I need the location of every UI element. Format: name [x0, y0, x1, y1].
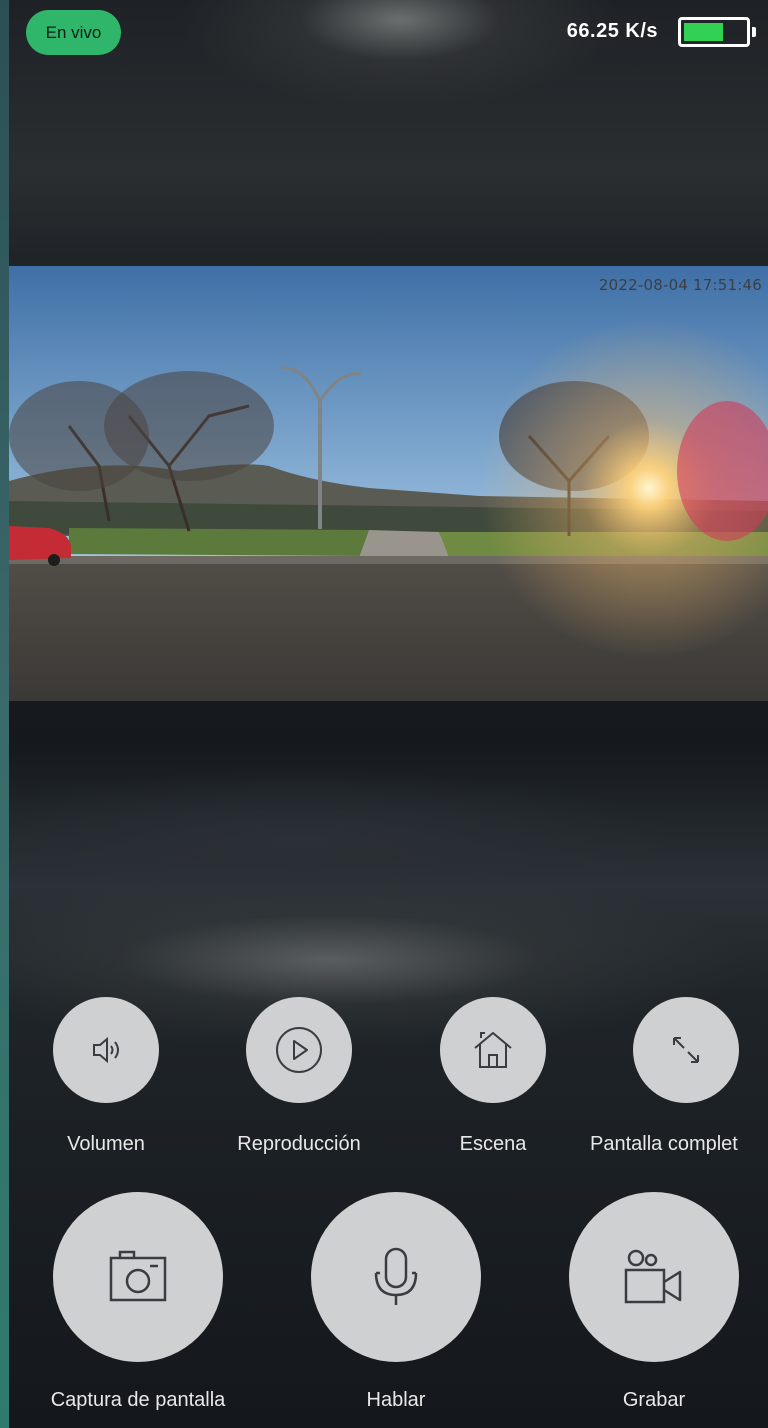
- record-label: Grabar: [622, 1389, 686, 1411]
- video-camera-icon: [624, 1249, 682, 1304]
- talk-button[interactable]: [311, 1192, 481, 1362]
- network-speed: 66.25 K/s: [566, 20, 658, 42]
- volume-icon: [93, 1036, 119, 1064]
- live-badge: En vivo: [26, 10, 121, 55]
- side-strip: [0, 0, 9, 1428]
- play-circle-icon: [276, 1027, 322, 1073]
- camera-image: [9, 266, 768, 701]
- fullscreen-button[interactable]: [633, 997, 739, 1103]
- video-timestamp: 2022-08-04 17:51:46: [598, 276, 762, 294]
- record-button[interactable]: [569, 1192, 739, 1362]
- fullscreen-icon: [673, 1037, 699, 1063]
- live-view-screen: En vivo 66.25 K/s 2022-08-04 17:51:46 Vo…: [0, 0, 768, 1428]
- screenshot-label: Captura de pantalla: [50, 1389, 226, 1411]
- battery-icon: [678, 17, 750, 47]
- camera-video-feed[interactable]: 2022-08-04 17:51:46: [9, 266, 768, 701]
- volume-label: Volumen: [67, 1133, 145, 1155]
- volume-button[interactable]: [53, 997, 159, 1103]
- home-icon: [474, 1031, 512, 1068]
- battery-cap: [752, 27, 756, 37]
- talk-label: Hablar: [366, 1389, 426, 1411]
- fullscreen-label: Pantalla complet: [590, 1133, 738, 1155]
- battery-fill: [684, 23, 723, 41]
- scene-button[interactable]: [440, 997, 546, 1103]
- playback-label: Reproducción: [237, 1133, 361, 1155]
- screenshot-button[interactable]: [53, 1192, 223, 1362]
- camera-icon: [109, 1250, 167, 1302]
- microphone-icon: [374, 1247, 418, 1305]
- playback-button[interactable]: [246, 997, 352, 1103]
- scene-label: Escena: [459, 1133, 527, 1155]
